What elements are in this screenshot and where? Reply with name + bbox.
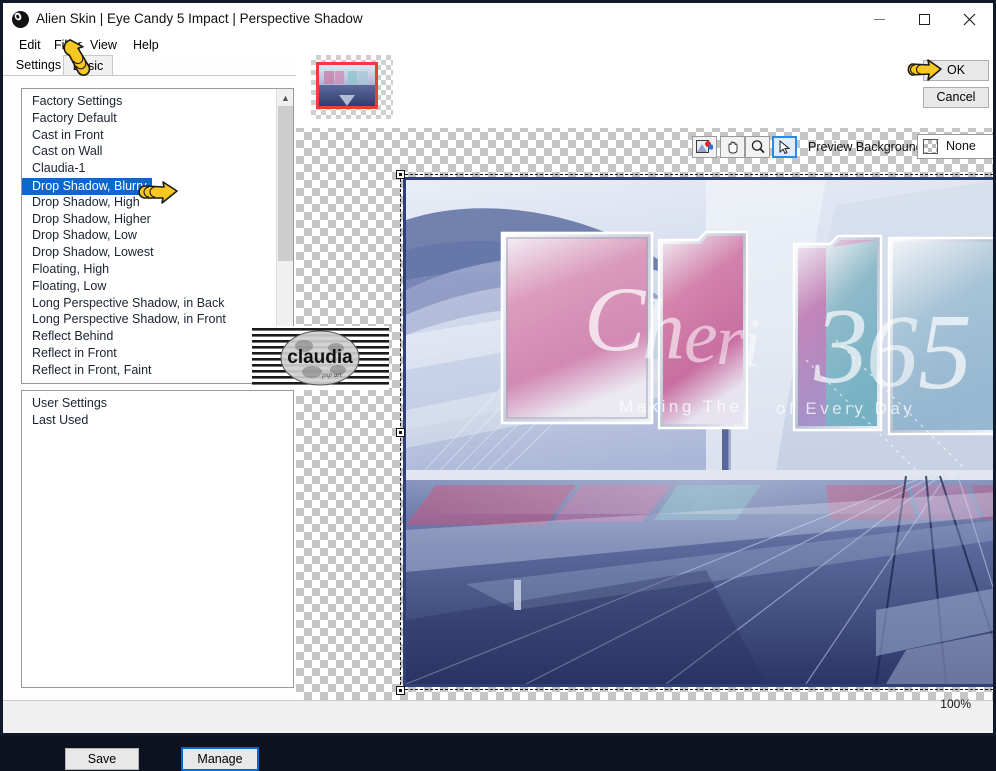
svg-text:6: 6 — [866, 294, 918, 409]
preview-toolbar-background — [296, 36, 993, 128]
menu-item-help[interactable]: Help — [129, 37, 163, 54]
preview-artwork: C h e r i 3 6 5 Making The of Every Day — [406, 180, 993, 684]
factory-list-item[interactable]: Drop Shadow, Lowest — [22, 244, 275, 261]
zoom-level: 100% — [940, 697, 971, 711]
window-title: Alien Skin | Eye Candy 5 Impact | Perspe… — [36, 11, 363, 26]
save-button[interactable]: Save — [65, 748, 139, 770]
svg-text:e: e — [684, 295, 718, 379]
arrow-select-icon[interactable] — [772, 136, 797, 158]
selection-handle-bl[interactable] — [396, 686, 405, 695]
maximize-icon[interactable] — [902, 3, 947, 36]
factory-list-item[interactable]: Factory Settings — [22, 93, 275, 110]
factory-list-item[interactable]: Factory Default — [22, 110, 275, 127]
svg-text:h: h — [642, 281, 685, 377]
claudia-watermark: claudia psp art — [252, 326, 389, 390]
svg-text:psp art: psp art — [321, 371, 343, 379]
svg-text:Making The: Making The — [619, 397, 743, 416]
selection-handle-tl[interactable] — [396, 170, 405, 179]
preview-background-select[interactable]: None ˅ — [917, 134, 993, 159]
svg-text:C: C — [584, 268, 647, 370]
preview-canvas[interactable]: C h e r i 3 6 5 Making The of Every Day — [403, 177, 993, 687]
thumbnail-viewport-rect[interactable] — [316, 62, 378, 109]
magnifier-zoom-icon[interactable] — [745, 136, 770, 158]
background-swatch-icon — [923, 139, 938, 154]
preview-background-value: None — [946, 139, 976, 153]
menu-item-edit[interactable]: Edit — [15, 37, 45, 54]
pointing-hand-cursor-ok — [907, 59, 942, 81]
minimize-icon[interactable] — [857, 3, 902, 36]
user-list-item[interactable]: Last Used — [22, 412, 293, 429]
hand-pan-icon[interactable] — [720, 136, 745, 158]
svg-text:i: i — [742, 305, 761, 382]
title-bar: Alien Skin | Eye Candy 5 Impact | Perspe… — [3, 3, 993, 36]
preview-background-label: Preview Background: — [808, 140, 927, 154]
factory-list-item[interactable]: Long Perspective Shadow, in Back — [22, 295, 275, 312]
factory-list-item[interactable]: Floating, High — [22, 261, 275, 278]
application-window: Alien Skin | Eye Candy 5 Impact | Perspe… — [0, 0, 996, 771]
alien-skin-logo-icon — [12, 11, 29, 28]
preview-area: Preview Background: None ˅ OK Cancel — [296, 36, 993, 700]
factory-list-item[interactable]: Floating, Low — [22, 278, 275, 295]
user-list-item[interactable]: User Settings — [22, 395, 293, 412]
factory-list-item[interactable]: Reflect in Front, Faint — [22, 362, 275, 379]
manage-button[interactable]: Manage — [181, 747, 259, 771]
preview-compare-icon[interactable] — [692, 136, 717, 158]
svg-text:3: 3 — [813, 287, 868, 406]
factory-list-item[interactable]: Claudia-1 — [22, 160, 275, 177]
user-settings-list[interactable]: User Settings Last Used — [21, 390, 294, 688]
svg-text:5: 5 — [918, 293, 972, 412]
cancel-button[interactable]: Cancel — [923, 87, 989, 108]
factory-list-item[interactable]: Reflect Behind — [22, 328, 275, 345]
close-icon[interactable] — [947, 3, 992, 36]
factory-list-item[interactable]: Drop Shadow, Higher — [22, 211, 275, 228]
factory-list-item[interactable]: Reflect in Front — [22, 345, 275, 362]
svg-text:r: r — [716, 300, 745, 380]
status-bar: 100% — [3, 697, 993, 733]
selection-handle-ml[interactable] — [396, 428, 405, 437]
svg-text:of Every Day: of Every Day — [776, 399, 915, 418]
scroll-up-icon[interactable]: ▲ — [277, 89, 293, 106]
factory-list-item[interactable]: Cast on Wall — [22, 143, 275, 160]
scroll-thumb[interactable] — [278, 106, 293, 261]
pointing-hand-cursor-preset — [138, 181, 178, 204]
factory-list-item[interactable]: Long Perspective Shadow, in Front — [22, 311, 275, 328]
factory-list-item[interactable]: Drop Shadow, Low — [22, 227, 275, 244]
navigator-thumbnail[interactable] — [311, 55, 393, 119]
tab-strip: Settings Basic — [3, 55, 296, 76]
watermark-text: claudia — [287, 347, 353, 368]
tab-settings[interactable]: Settings — [14, 55, 63, 76]
factory-list-item[interactable]: Cast in Front — [22, 127, 275, 144]
